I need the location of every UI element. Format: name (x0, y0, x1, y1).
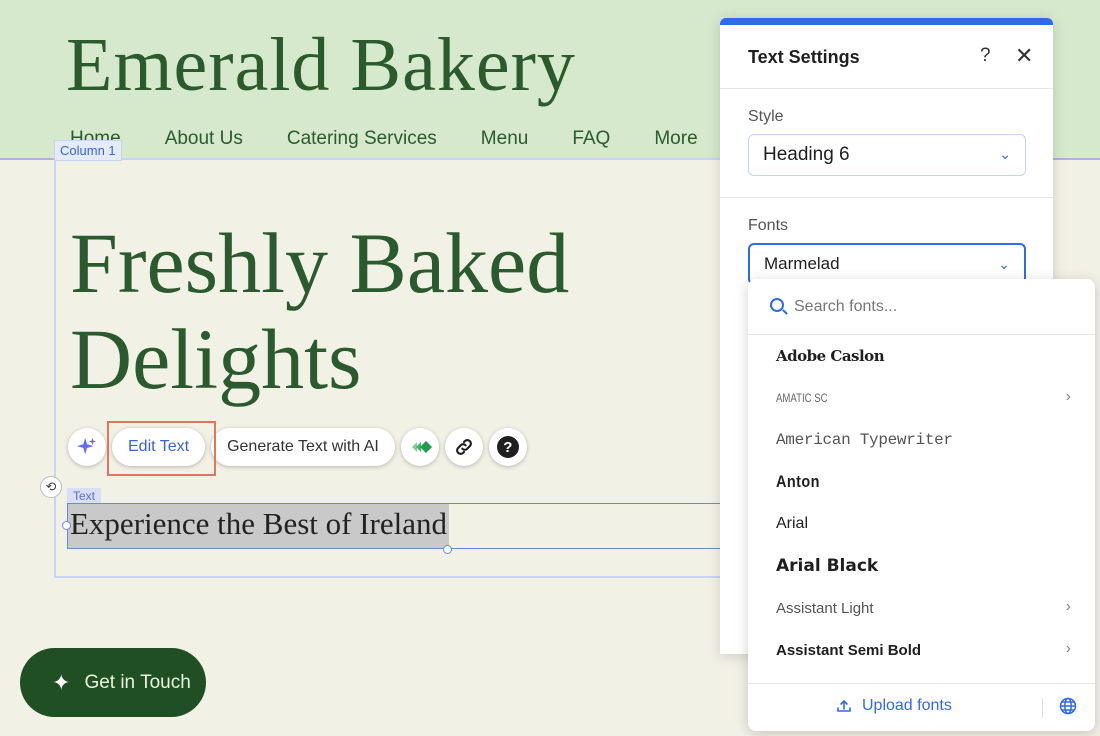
font-search-input[interactable] (794, 295, 1074, 319)
text-tag: Text (67, 488, 102, 504)
font-option-label: Assistant Light (776, 599, 874, 617)
generate-text-ai-button[interactable]: Generate Text with AI (211, 428, 395, 466)
get-in-touch-button[interactable]: ✦ Get in Touch (20, 648, 206, 717)
sparkle-icon: ✦ (52, 669, 71, 695)
font-option-label: Assistant Semi Bold (776, 641, 922, 659)
font-option-assistant-light[interactable]: Assistant Light › (748, 587, 1095, 629)
upload-fonts-button[interactable]: Upload fonts (836, 697, 952, 715)
font-list: Adobe Caslon Amatic SC › American Typewr… (748, 335, 1095, 671)
site-title: Emerald Bakery (66, 23, 576, 107)
animation-icon (411, 441, 432, 453)
resize-handle-bottom[interactable] (443, 545, 452, 554)
rotate-icon[interactable]: ⟲ (40, 476, 62, 498)
nav-item-about-us[interactable]: About Us (165, 128, 243, 150)
search-icon (770, 298, 784, 312)
hero-title[interactable]: Freshly Baked Delights (70, 215, 710, 407)
font-option-amatic-sc[interactable]: Amatic SC › (748, 377, 1095, 419)
style-select[interactable]: Heading 6 ⌄ (748, 134, 1026, 176)
sparkle-icon (76, 437, 97, 455)
panel-divider (720, 88, 1053, 89)
style-select-value: Heading 6 (763, 144, 850, 165)
link-icon (455, 439, 472, 455)
chevron-down-icon: ⌄ (999, 146, 1011, 162)
chevron-right-icon: › (1065, 640, 1071, 657)
font-option-label: Amatic SC (776, 391, 828, 405)
font-option-label: Arial Black (776, 556, 879, 576)
help-button[interactable]: ? (488, 428, 527, 466)
chevron-right-icon: › (1065, 388, 1071, 405)
chevron-right-icon: › (1065, 598, 1071, 615)
edit-text-highlight (107, 421, 216, 476)
panel-title: Text Settings (748, 47, 860, 67)
font-option-label: Anton (776, 472, 820, 491)
chevron-down-icon: ⌄ (998, 256, 1010, 272)
question-icon[interactable]: ? (980, 45, 991, 67)
font-option-arial[interactable]: Arial (748, 503, 1095, 545)
upload-divider (1042, 698, 1043, 718)
upload-icon (837, 699, 851, 712)
font-option-label: American Typewriter (776, 431, 953, 449)
font-option-assistant-semi-bold[interactable]: Assistant Semi Bold › (748, 629, 1095, 671)
globe-icon (1059, 697, 1077, 715)
upload-fonts-label: Upload fonts (862, 697, 952, 714)
close-icon[interactable]: ✕ (1015, 43, 1033, 69)
link-button[interactable] (444, 428, 483, 466)
font-option-anton[interactable]: Anton (748, 461, 1095, 503)
site-nav: Home About Us Catering Services Menu FAQ… (70, 128, 698, 150)
font-search-row (748, 279, 1095, 335)
nav-item-menu[interactable]: Menu (481, 128, 529, 150)
fonts-select-value: Marmelad (764, 254, 840, 273)
globe-button[interactable] (1058, 696, 1080, 718)
font-option-label: Adobe Caslon (776, 347, 885, 365)
nav-item-faq[interactable]: FAQ (572, 128, 610, 150)
resize-handle-left[interactable] (62, 521, 71, 530)
nav-item-catering-services[interactable]: Catering Services (287, 128, 437, 150)
animation-button[interactable] (400, 428, 439, 466)
upload-row: Upload fonts (748, 683, 1095, 731)
panel-divider (720, 197, 1053, 198)
font-option-arial-black[interactable]: Arial Black (748, 545, 1095, 587)
font-option-american-typewriter[interactable]: American Typewriter (748, 419, 1095, 461)
column-tag: Column 1 (54, 140, 122, 161)
nav-item-more[interactable]: More (654, 128, 697, 150)
fonts-label: Fonts (748, 217, 789, 234)
help-icon: ? (496, 436, 519, 458)
style-label: Style (748, 108, 784, 125)
ai-assistant-button[interactable] (68, 428, 106, 466)
selected-text[interactable]: Experience the Best of Ireland (68, 504, 449, 548)
font-option-label: Arial (776, 515, 809, 532)
get-in-touch-label: Get in Touch (84, 671, 191, 693)
font-option-adobe-caslon[interactable]: Adobe Caslon (748, 335, 1095, 377)
fonts-dropdown: Adobe Caslon Amatic SC › American Typewr… (748, 279, 1095, 731)
